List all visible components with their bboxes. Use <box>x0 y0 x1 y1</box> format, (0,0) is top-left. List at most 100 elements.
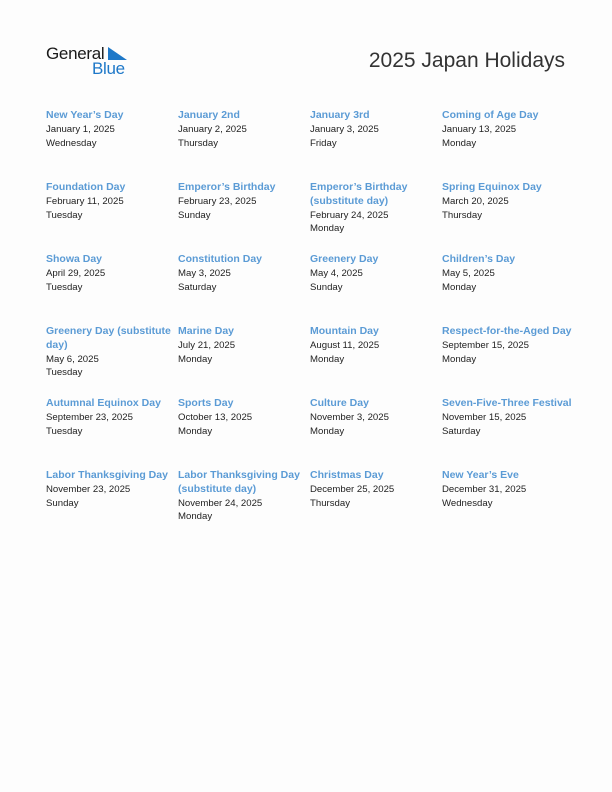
holiday-name: New Year’s Eve <box>442 469 519 481</box>
holiday-item: January 2nd January 2, 2025 Thursday <box>178 109 310 181</box>
holiday-date: April 29, 2025 <box>46 267 106 279</box>
holiday-date: November 15, 2025 <box>442 411 527 423</box>
holiday-date: February 11, 2025 <box>46 195 124 207</box>
holiday-item: Coming of Age Day January 13, 2025 Monday <box>442 109 574 181</box>
holiday-item: Greenery Day (substitute day) May 6, 2025… <box>46 325 178 397</box>
holiday-name: Sports Day <box>178 397 234 409</box>
holiday-weekday: Monday <box>310 425 345 437</box>
holiday-item: Greenery Day May 4, 2025 Sunday <box>310 253 442 325</box>
holiday-weekday: Sunday <box>178 209 211 221</box>
holiday-item: Sports Day October 13, 2025 Monday <box>178 397 310 469</box>
holiday-weekday: Wednesday <box>442 497 493 509</box>
holiday-item: Culture Day November 3, 2025 Monday <box>310 397 442 469</box>
holiday-weekday: Wednesday <box>46 137 97 149</box>
holiday-name: Showa Day <box>46 253 103 265</box>
holiday-item: Foundation Day February 11, 2025 Tuesday <box>46 181 178 253</box>
holiday-weekday: Friday <box>310 137 337 149</box>
holiday-date: January 1, 2025 <box>46 123 115 135</box>
holiday-weekday: Tuesday <box>46 425 83 437</box>
holiday-item: Labor Thanksgiving Day (substitute day) N… <box>178 469 310 541</box>
holiday-date: May 5, 2025 <box>442 267 495 279</box>
holiday-date: August 11, 2025 <box>310 339 380 351</box>
holiday-item: Children’s Day May 5, 2025 Monday <box>442 253 574 325</box>
holiday-name: Greenery Day <box>310 253 379 265</box>
holiday-weekday: Monday <box>310 353 345 365</box>
holiday-weekday: Saturday <box>178 281 217 293</box>
holiday-date: November 24, 2025 <box>178 497 263 509</box>
holiday-name: Spring Equinox Day <box>442 181 542 193</box>
holiday-name: Foundation Day <box>46 181 126 193</box>
holiday-name: Greenery Day (substitute day) <box>46 325 171 351</box>
holiday-item: Marine Day July 21, 2025 Monday <box>178 325 310 397</box>
holiday-item: New Year’s Day January 1, 2025 Wednesday <box>46 109 178 181</box>
holiday-date: March 20, 2025 <box>442 195 509 207</box>
holiday-item: Christmas Day December 25, 2025 Thursday <box>310 469 442 541</box>
holiday-weekday: Monday <box>442 281 477 293</box>
generalblue-logo: General Blue <box>46 44 136 78</box>
holiday-date: January 13, 2025 <box>442 123 517 135</box>
holiday-name: Mountain Day <box>310 325 379 337</box>
holiday-name: January 2nd <box>178 109 240 121</box>
holiday-date: December 31, 2025 <box>442 483 527 495</box>
holiday-weekday: Monday <box>178 353 213 365</box>
holiday-item: Constitution Day May 3, 2025 Saturday <box>178 253 310 325</box>
holiday-date: May 6, 2025 <box>46 353 99 365</box>
holiday-name: Culture Day <box>310 397 369 409</box>
holiday-name: New Year’s Day <box>46 109 124 121</box>
holiday-item: Emperor’s Birthday February 23, 2025 Sunda… <box>178 181 310 253</box>
page-title: 2025 Japan Holidays <box>368 49 565 72</box>
holiday-date: January 2, 2025 <box>178 123 247 135</box>
holiday-date: October 13, 2025 <box>178 411 253 423</box>
holiday-weekday: Tuesday <box>46 367 83 379</box>
holiday-item: New Year’s Eve December 31, 2025 Wednesday <box>442 469 574 541</box>
holiday-weekday: Saturday <box>442 425 481 437</box>
holiday-item: Labor Thanksgiving Day November 23, 2025 S… <box>46 469 178 541</box>
holiday-name: Autumnal Equinox Day <box>46 397 161 409</box>
holiday-name: Coming of Age Day <box>442 109 539 121</box>
holiday-weekday: Monday <box>442 137 477 149</box>
holiday-name: Labor Thanksgiving Day <box>46 469 168 481</box>
holiday-weekday: Sunday <box>46 497 79 509</box>
holiday-weekday: Tuesday <box>46 209 83 221</box>
holiday-date: May 3, 2025 <box>178 267 231 279</box>
holiday-date: September 15, 2025 <box>442 339 529 351</box>
holiday-item: Mountain Day August 11, 2025 Monday <box>310 325 442 397</box>
holiday-weekday: Thursday <box>178 137 218 149</box>
holiday-weekday: Monday <box>310 223 345 235</box>
holiday-name: Marine Day <box>178 325 235 337</box>
holiday-date: February 24, 2025 <box>310 209 389 221</box>
holiday-item: Seven-Five-Three Festival November 15, 20… <box>442 397 574 469</box>
holiday-weekday: Monday <box>178 511 213 523</box>
logo-text-blue: Blue <box>92 59 125 78</box>
holiday-date: November 3, 2025 <box>310 411 389 423</box>
holiday-name: Children’s Day <box>442 253 516 265</box>
holiday-item: Showa Day April 29, 2025 Tuesday <box>46 253 178 325</box>
holiday-date: July 21, 2025 <box>178 339 236 351</box>
holiday-name: Emperor’s Birthday (substitute day) <box>310 181 408 207</box>
holiday-item: Spring Equinox Day March 20, 2025 Thursday <box>442 181 574 253</box>
holiday-name: January 3rd <box>310 109 370 121</box>
holiday-item: Autumnal Equinox Day September 23, 2025 Tu… <box>46 397 178 469</box>
holiday-name: Respect-for-the-Aged Day <box>442 325 572 337</box>
holiday-grid: New Year’s Day January 1, 2025 Wednesday Ja… <box>46 109 576 541</box>
holiday-item: Respect-for-the-Aged Day September 15, 20… <box>442 325 574 397</box>
holiday-name: Emperor’s Birthday <box>178 181 276 193</box>
holiday-name: Labor Thanksgiving Day (substitute day) <box>178 469 300 495</box>
holiday-name: Seven-Five-Three Festival <box>442 397 572 409</box>
holiday-date: September 23, 2025 <box>46 411 133 423</box>
holiday-date: February 23, 2025 <box>178 195 257 207</box>
holiday-item: January 3rd January 3, 2025 Friday <box>310 109 442 181</box>
holiday-weekday: Monday <box>178 425 213 437</box>
holiday-date: November 23, 2025 <box>46 483 131 495</box>
holiday-date: May 4, 2025 <box>310 267 363 279</box>
holiday-weekday: Thursday <box>310 497 350 509</box>
holiday-weekday: Thursday <box>442 209 482 221</box>
holiday-weekday: Sunday <box>310 281 343 293</box>
holiday-date: January 3, 2025 <box>310 123 379 135</box>
holiday-weekday: Monday <box>442 353 477 365</box>
holiday-weekday: Tuesday <box>46 281 83 293</box>
holiday-name: Christmas Day <box>310 469 384 481</box>
holiday-date: December 25, 2025 <box>310 483 395 495</box>
holiday-name: Constitution Day <box>178 253 262 265</box>
holiday-item: Emperor’s Birthday (substitute day) Febru… <box>310 181 442 253</box>
